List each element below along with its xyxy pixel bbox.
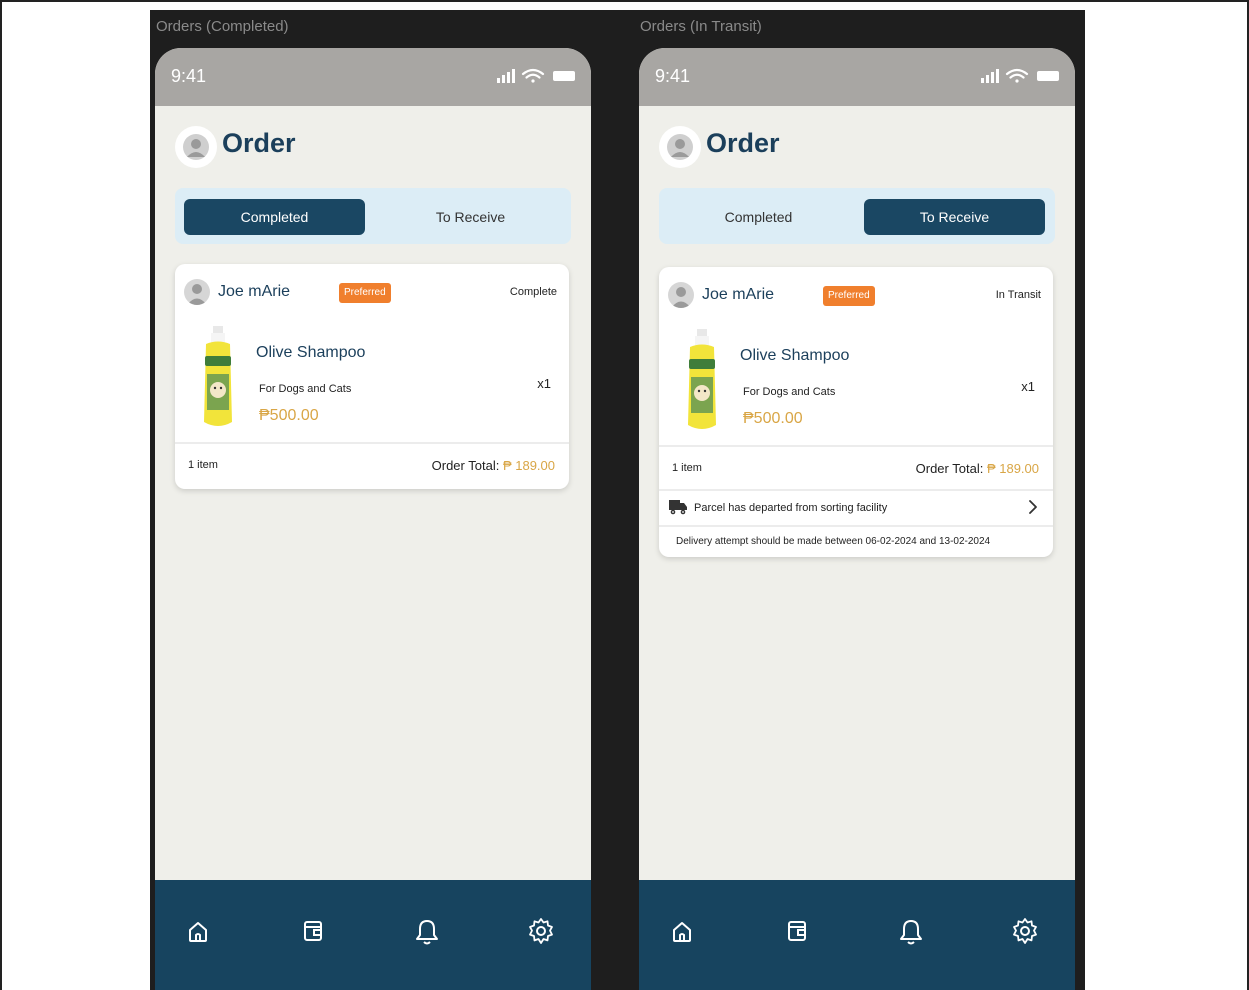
user-icon [671, 287, 691, 308]
frame-label: Orders (In Transit) [640, 18, 762, 35]
order-tabs: Completed To Receive [659, 188, 1055, 244]
product-row[interactable]: Olive Shampoo For Dogs and Cats ₱500.00 … [659, 327, 1053, 445]
status-bar: 9:41 [639, 48, 1075, 106]
bell-icon[interactable] [896, 916, 926, 946]
order-card[interactable]: Joe mArie Preferred Complete Olive Shamp… [175, 264, 569, 489]
frame-label: Orders (Completed) [156, 18, 289, 35]
product-quantity: x1 [1021, 379, 1035, 394]
gear-icon[interactable] [1010, 916, 1040, 946]
wallet-icon[interactable] [298, 916, 328, 946]
item-count: 1 item [672, 462, 702, 474]
tab-to-receive[interactable]: To Receive [864, 199, 1045, 235]
phone-screen-in-transit: 9:41 Order Completed To Receive Joe mAri… [639, 48, 1075, 990]
chevron-right-icon [1029, 500, 1037, 514]
status-time: 9:41 [171, 66, 207, 86]
preferred-badge: Preferred [823, 286, 875, 306]
signal-icon [497, 69, 515, 83]
shampoo-bottle-image [688, 329, 716, 429]
order-total-label: Order Total: [915, 461, 984, 476]
shampoo-bottle-image [204, 326, 232, 426]
wifi-icon [521, 68, 545, 83]
user-icon [187, 284, 207, 305]
delivery-estimate: Delivery attempt should be made between … [676, 536, 991, 547]
product-quantity: x1 [537, 376, 551, 391]
order-tabs: Completed To Receive [175, 188, 571, 244]
tab-to-receive[interactable]: To Receive [380, 199, 561, 235]
product-name: Olive Shampoo [740, 347, 850, 364]
bell-icon[interactable] [412, 916, 442, 946]
order-total-value: ₱ 189.00 [502, 458, 555, 473]
page-header: Order [175, 126, 475, 174]
seller-name[interactable]: Joe mArie [702, 286, 774, 304]
order-status: In Transit [995, 289, 1041, 301]
order-status: Complete [509, 286, 557, 298]
avatar[interactable] [175, 126, 217, 168]
page-title: Order [222, 128, 296, 158]
signal-icon [981, 69, 999, 83]
wifi-icon [1005, 68, 1029, 83]
page-title: Order [706, 128, 780, 158]
gear-icon[interactable] [526, 916, 556, 946]
tab-completed[interactable]: Completed [184, 199, 365, 235]
order-total-value: ₱ 189.00 [986, 461, 1039, 476]
user-icon [183, 134, 209, 160]
seller-name[interactable]: Joe mArie [218, 283, 290, 301]
status-time: 9:41 [655, 66, 691, 86]
wallet-icon[interactable] [782, 916, 812, 946]
tab-completed[interactable]: Completed [668, 199, 849, 235]
delivery-truck-icon [669, 500, 687, 515]
status-bar: 9:41 [155, 48, 591, 106]
product-price: ₱500.00 [743, 410, 803, 427]
preferred-badge: Preferred [339, 283, 391, 303]
design-canvas: Orders (Completed) 9:41 Order Completed … [150, 10, 1085, 990]
battery-icon [1037, 71, 1059, 81]
bottom-nav [155, 880, 591, 990]
seller-avatar [184, 279, 210, 305]
order-total: Order Total: ₱ 189.00 [916, 461, 1039, 476]
order-total: Order Total: ₱ 189.00 [432, 458, 555, 473]
status-icons [497, 68, 575, 83]
user-icon [667, 134, 693, 160]
phone-screen-completed: 9:41 Order Completed To Receive Joe mAri… [155, 48, 591, 990]
order-card[interactable]: Joe mArie Preferred In Transit Olive Sha… [659, 267, 1053, 557]
order-total-label: Order Total: [431, 458, 500, 473]
order-total-row: 1 item Order Total: ₱ 189.00 [659, 447, 1053, 489]
battery-icon [553, 71, 575, 81]
product-description: For Dogs and Cats [743, 386, 836, 398]
bottom-nav [639, 880, 1075, 990]
order-card-header: Joe mArie Preferred In Transit [659, 267, 1053, 327]
product-description: For Dogs and Cats [259, 383, 352, 395]
order-total-row: 1 item Order Total: ₱ 189.00 [175, 444, 569, 489]
home-icon[interactable] [183, 916, 213, 946]
page-header: Order [659, 126, 959, 174]
order-card-header: Joe mArie Preferred Complete [175, 264, 569, 324]
avatar[interactable] [659, 126, 701, 168]
home-icon[interactable] [667, 916, 697, 946]
product-price: ₱500.00 [259, 407, 319, 424]
seller-avatar [668, 282, 694, 308]
product-name: Olive Shampoo [256, 344, 366, 361]
tracking-status: Parcel has departed from sorting facilit… [694, 502, 888, 514]
item-count: 1 item [188, 459, 218, 471]
delivery-estimate-row: Delivery attempt should be made between … [659, 525, 1053, 557]
status-icons [981, 68, 1059, 83]
product-row[interactable]: Olive Shampoo For Dogs and Cats ₱500.00 … [175, 324, 569, 442]
tracking-status-row[interactable]: Parcel has departed from sorting facilit… [659, 489, 1053, 525]
